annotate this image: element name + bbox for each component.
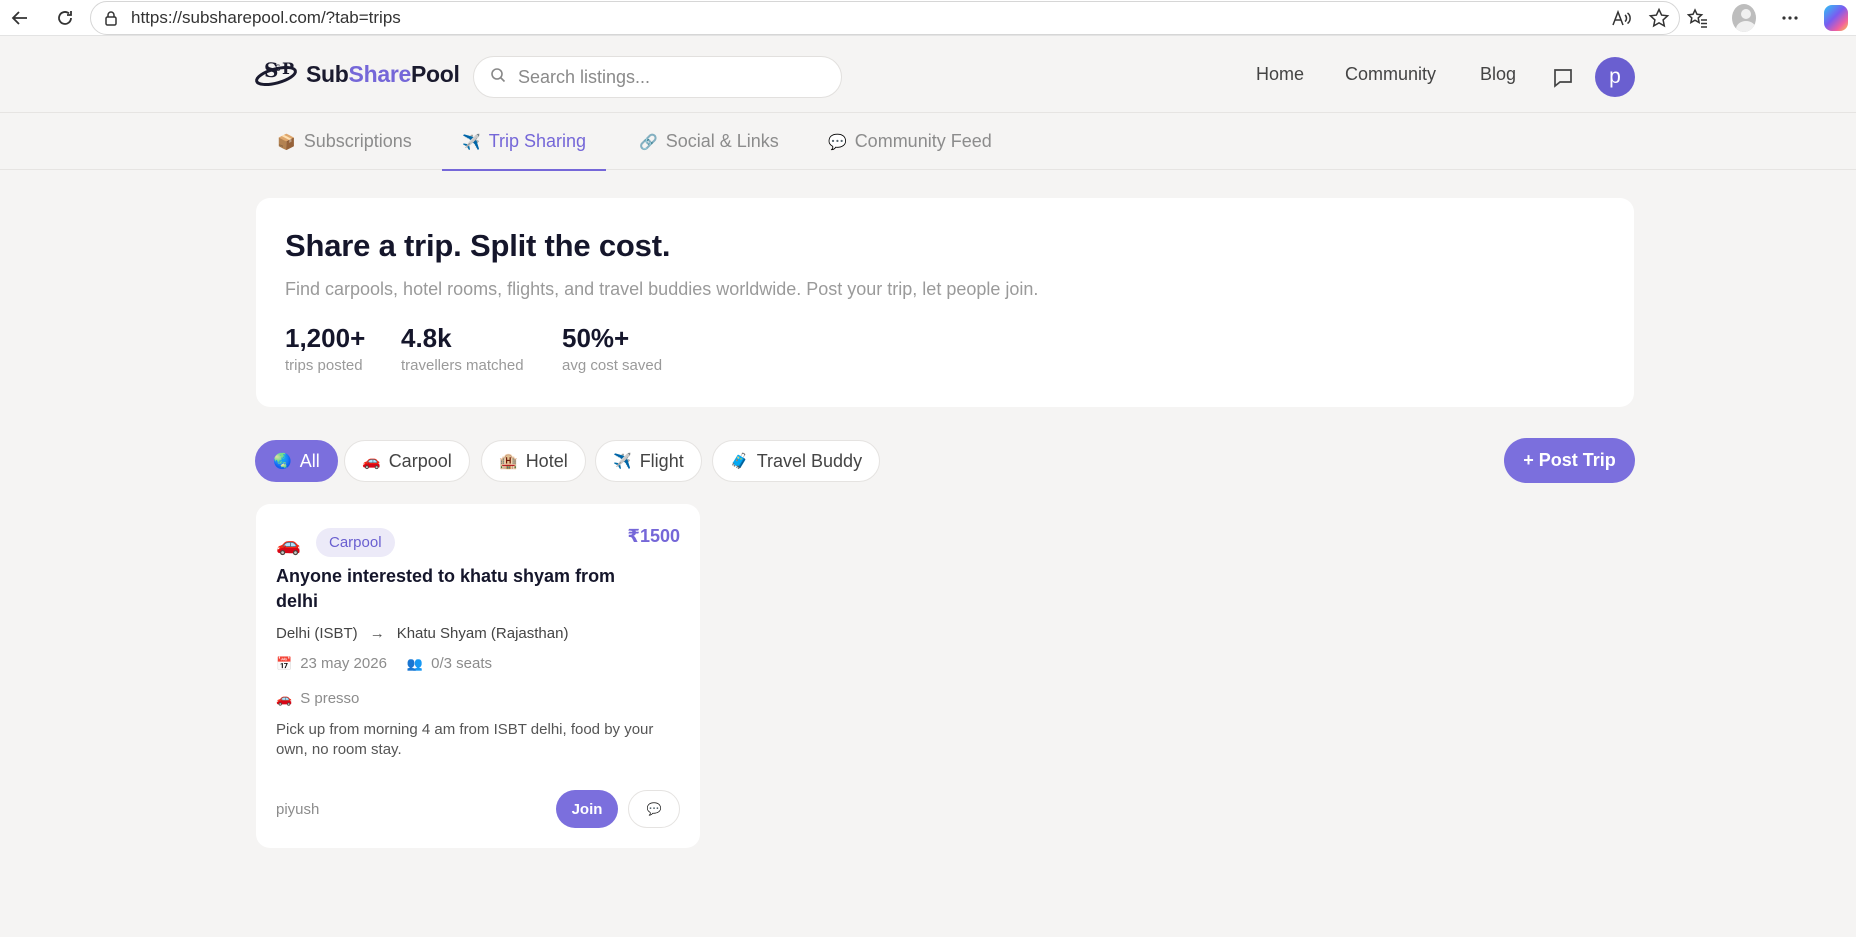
join-button[interactable]: Join <box>556 790 618 828</box>
nav-home-link[interactable]: Home <box>1256 64 1304 85</box>
chat-button[interactable]: 💬 <box>628 790 680 828</box>
car-icon: 🚗 <box>362 453 381 470</box>
stat-value: 4.8k <box>401 323 452 353</box>
trip-type-badge: Carpool <box>316 528 395 557</box>
filter-all[interactable]: 🌏 All <box>255 440 338 482</box>
car-icon: 🚗 <box>276 534 301 556</box>
hero-title: Share a trip. Split the cost. <box>285 228 671 263</box>
favorite-star-icon[interactable] <box>1647 6 1671 30</box>
trip-price: ₹1500 <box>627 526 680 546</box>
stat-avg-cost-saved: 50%+ avg cost saved <box>562 323 662 374</box>
calendar-icon: 📅 <box>276 655 293 671</box>
tab-label: Subscriptions <box>303 131 412 151</box>
stat-travellers-matched: 4.8k travellers matched <box>401 323 524 374</box>
svg-text:S: S <box>275 64 281 74</box>
route-to: Khatu Shyam (Rajasthan) <box>396 625 569 642</box>
trip-date: 23 may 2026 <box>300 655 387 672</box>
hotel-icon: 🏨 <box>499 453 518 470</box>
stat-value: 50%+ <box>562 323 630 353</box>
speech-bubble-icon: 💬 <box>646 802 662 816</box>
tab-label: Trip Sharing <box>488 131 587 151</box>
filter-carpool[interactable]: 🚗 Carpool <box>344 440 470 482</box>
globe-icon: 🌏 <box>273 453 292 470</box>
trip-title: Anyone interested to khatu shyam from de… <box>276 566 616 611</box>
search-bar[interactable] <box>473 56 842 98</box>
logo-text: SubSharePool <box>306 60 460 87</box>
stat-label: trips posted <box>285 357 363 374</box>
stat-label: travellers matched <box>401 357 524 374</box>
filter-label: Carpool <box>388 450 452 471</box>
search-input[interactable] <box>518 66 818 88</box>
people-icon: 👥 <box>406 655 424 671</box>
lock-icon <box>103 10 119 26</box>
route-from: Delhi (ISBT) <box>276 625 358 642</box>
hero-subtitle: Find carpools, hotel rooms, flights, and… <box>285 279 1039 299</box>
stat-trips-posted: 1,200+ trips posted <box>285 323 365 374</box>
stat-value: 1,200+ <box>285 323 366 353</box>
trip-owner[interactable]: piyush <box>276 801 319 818</box>
nav-home[interactable]: Home <box>1256 64 1304 85</box>
nav-community-link[interactable]: Community <box>1345 64 1436 85</box>
profile-icon[interactable] <box>1732 4 1756 32</box>
airplane-icon: ✈️ <box>462 133 481 151</box>
site-logo[interactable]: S S P SubSharePool <box>254 56 460 92</box>
filter-travel-buddy[interactable]: 🧳 Travel Buddy <box>712 440 881 482</box>
nav-community[interactable]: Community <box>1345 64 1436 85</box>
arrow-right-icon: → <box>369 625 385 642</box>
hero-card: Share a trip. Split the cost. Find carpo… <box>256 198 1634 407</box>
address-bar[interactable]: https://subsharepool.com/?tab=trips <box>90 1 1680 35</box>
stat-label: avg cost saved <box>562 357 663 374</box>
link-icon: 🔗 <box>639 133 658 151</box>
trip-route: Delhi (ISBT) → Khatu Shyam (Rajasthan) <box>276 625 568 642</box>
speech-bubble-icon: 💬 <box>828 133 847 151</box>
nav-blog-link[interactable]: Blog <box>1480 64 1516 85</box>
browser-toolbar: https://subsharepool.com/?tab=trips <box>0 0 1856 36</box>
post-trip-button[interactable]: + Post Trip <box>1504 438 1635 483</box>
tab-community-feed[interactable]: 💬 Community Feed <box>828 113 992 170</box>
back-arrow-icon[interactable] <box>0 1 40 35</box>
trip-description: Pick up from morning 4 am from ISBT delh… <box>276 721 654 758</box>
filter-label: Hotel <box>525 450 568 471</box>
reload-icon[interactable] <box>45 1 85 35</box>
tab-subscriptions[interactable]: 📦 Subscriptions <box>277 113 412 170</box>
user-avatar[interactable]: p <box>1595 57 1635 97</box>
more-icon[interactable] <box>1778 6 1802 30</box>
favorites-icon[interactable] <box>1686 6 1710 30</box>
filter-label: Travel Buddy <box>756 450 863 471</box>
nav-blog[interactable]: Blog <box>1480 64 1516 85</box>
svg-text:P: P <box>282 59 294 78</box>
trip-card[interactable]: 🚗 Carpool ₹1500 Anyone interested to kha… <box>256 504 700 848</box>
url-text: https://subsharepool.com/?tab=trips <box>131 8 401 27</box>
airplane-icon: ✈️ <box>613 453 632 470</box>
search-icon <box>490 67 506 88</box>
read-aloud-icon[interactable] <box>1609 6 1633 30</box>
trip-vehicle: 🚗 S presso <box>276 690 359 707</box>
site-header: S S P SubSharePool Home Community Blog p <box>0 36 1856 113</box>
package-icon: 📦 <box>277 133 296 151</box>
filter-flight[interactable]: ✈️ Flight <box>595 440 702 482</box>
car-icon: 🚗 <box>276 690 293 706</box>
messages-icon[interactable] <box>1551 66 1575 90</box>
tab-social-links[interactable]: 🔗 Social & Links <box>639 113 779 170</box>
vehicle-name: S presso <box>300 690 360 707</box>
filter-label: Flight <box>639 450 684 471</box>
trip-meta: 📅 23 may 2026 👥 0/3 seats <box>276 655 492 672</box>
filter-label: All <box>299 450 320 471</box>
copilot-icon[interactable] <box>1824 5 1848 31</box>
luggage-icon: 🧳 <box>730 453 749 470</box>
trip-seats: 0/3 seats <box>431 655 492 672</box>
filter-hotel[interactable]: 🏨 Hotel <box>481 440 586 482</box>
tab-label: Community Feed <box>854 131 992 151</box>
tab-label: Social & Links <box>665 131 779 151</box>
category-tabs: 📦 Subscriptions ✈️ Trip Sharing 🔗 Social… <box>0 113 1856 171</box>
tab-trip-sharing[interactable]: ✈️ Trip Sharing <box>441 113 607 171</box>
logo-mark-icon: S S P <box>254 56 300 92</box>
